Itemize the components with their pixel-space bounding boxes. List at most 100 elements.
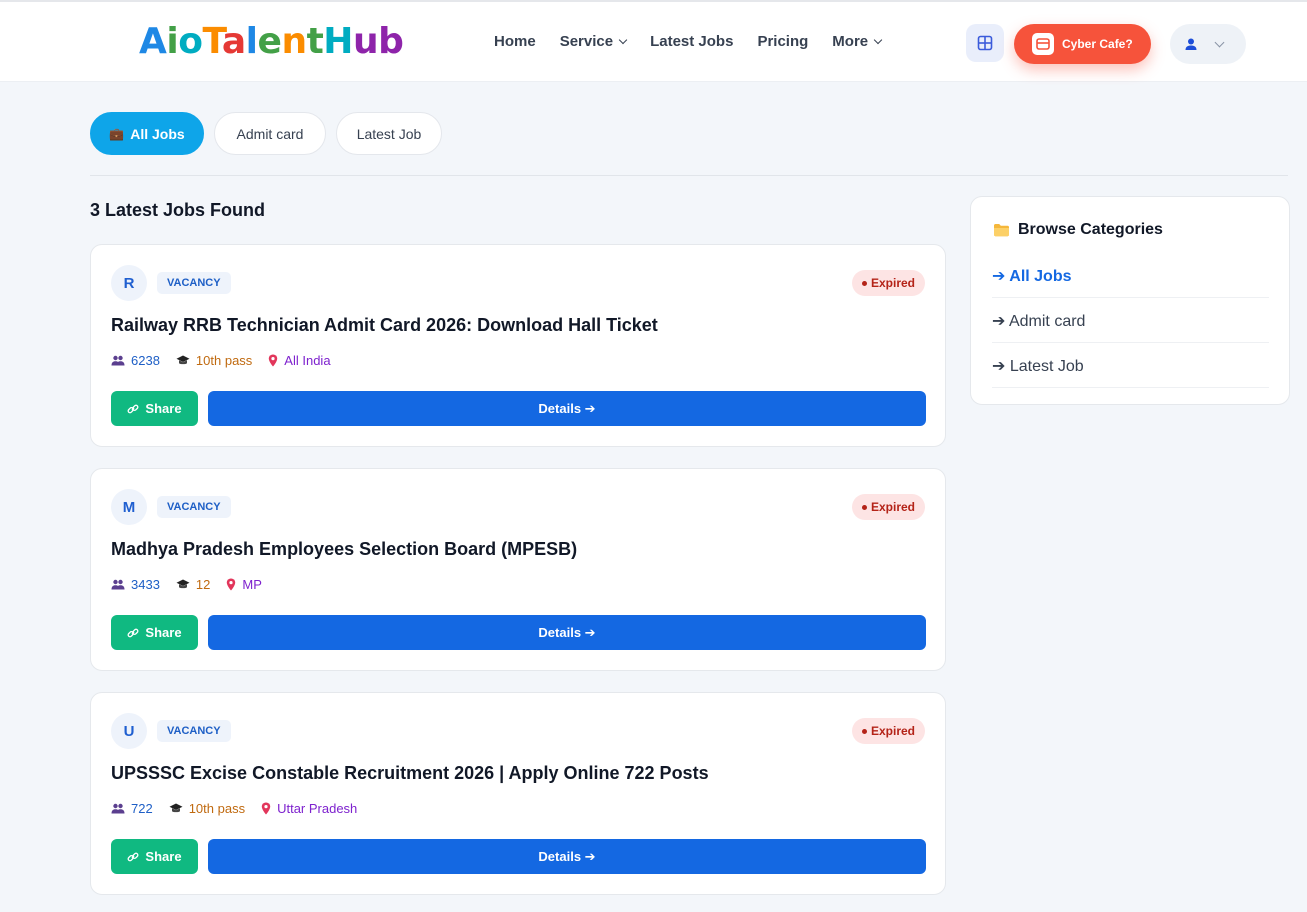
job-title[interactable]: UPSSSC Excise Constable Recruitment 2026…: [111, 763, 709, 784]
site-logo[interactable]: AioTalentHub: [139, 21, 404, 62]
graduation-cap-icon: [176, 355, 190, 365]
browse-categories-label: Browse Categories: [1018, 221, 1163, 238]
job-qualification-value: 10th pass: [188, 801, 246, 816]
job-meta: 6238 10th pass All India: [111, 353, 331, 368]
job-posts-value: 3433: [131, 577, 160, 592]
status-label: Expired: [870, 724, 915, 738]
job-location: Uttar Pradesh: [261, 801, 357, 816]
main-nav: Home Service Latest Jobs Pricing More: [494, 33, 883, 50]
nav-service-label: Service: [559, 33, 614, 50]
job-qualification: 12: [176, 577, 210, 592]
chevron-down-icon: [873, 35, 883, 45]
briefcase-icon: 💼: [109, 126, 125, 141]
link-icon: [127, 404, 139, 413]
nav-latest-jobs[interactable]: Latest Jobs: [650, 33, 733, 50]
chevron-down-icon: [1214, 37, 1225, 47]
user-menu-button[interactable]: [1170, 24, 1246, 64]
grid-icon: [977, 35, 993, 51]
job-filter-tabs: 💼 All Jobs Admit card Latest Job: [90, 112, 442, 155]
tab-latest-job-label: Latest Job: [356, 125, 422, 142]
tab-admit-card[interactable]: Admit card: [214, 112, 326, 155]
share-label: Share: [145, 849, 182, 864]
category-admit-card[interactable]: ➔ Admit card: [992, 298, 1269, 343]
people-icon: [111, 355, 125, 366]
chevron-down-icon: [618, 35, 628, 45]
logo-letter: T: [202, 21, 222, 62]
tab-all-jobs-label: All Jobs: [130, 125, 185, 142]
logo-letter: H: [323, 21, 353, 62]
job-location: All India: [268, 353, 331, 368]
tab-all-jobs[interactable]: 💼 All Jobs: [90, 112, 204, 155]
details-button[interactable]: Details ➔: [208, 839, 926, 874]
location-pin-icon: [227, 578, 236, 591]
site-header: AioTalentHub Home Service Latest Jobs Pr…: [0, 0, 1307, 82]
cyber-cafe-button[interactable]: Cyber Cafe?: [1014, 24, 1151, 64]
nav-latest-jobs-label: Latest Jobs: [650, 33, 734, 50]
job-posts: 722: [111, 801, 153, 816]
nav-pricing[interactable]: Pricing: [757, 33, 808, 50]
logo-letter: e: [257, 21, 282, 62]
nav-home[interactable]: Home: [494, 33, 536, 50]
job-card: R VACANCY Expired Railway RRB Technician…: [90, 244, 946, 447]
job-posts-value: 722: [131, 801, 153, 816]
status-label: Expired: [870, 276, 915, 290]
status-badge: Expired: [851, 494, 925, 520]
browse-categories-panel: Browse Categories ➔ All Jobs ➔ Admit car…: [970, 196, 1290, 405]
job-posts: 3433: [111, 577, 160, 592]
job-meta: 3433 12 MP: [111, 577, 262, 592]
graduation-cap-icon: [176, 579, 190, 589]
tab-admit-card-label: Admit card: [236, 125, 304, 142]
logo-letter: n: [281, 21, 307, 62]
logo-letter: t: [306, 21, 324, 62]
job-posts-value: 6238: [131, 353, 160, 368]
details-button[interactable]: Details ➔: [208, 391, 926, 426]
status-dot-icon: [861, 504, 867, 510]
logo-letter: l: [245, 21, 258, 62]
nav-home-label: Home: [494, 33, 536, 50]
user-icon: [1185, 38, 1197, 50]
category-all-jobs[interactable]: ➔ All Jobs: [992, 253, 1269, 298]
job-card: U VACANCY Expired UPSSSC Excise Constabl…: [90, 692, 946, 895]
folder-icon: [994, 224, 1009, 237]
job-location-value: MP: [242, 577, 262, 592]
share-label: Share: [145, 401, 182, 416]
logo-letter: a: [221, 21, 246, 62]
logo-letter: A: [139, 21, 167, 62]
cyber-cafe-label: Cyber Cafe?: [1062, 37, 1133, 51]
logo-letter: u: [352, 21, 379, 62]
job-location-value: All India: [284, 353, 331, 368]
location-pin-icon: [261, 802, 271, 815]
nav-more[interactable]: More: [832, 33, 883, 50]
job-posts: 6238: [111, 353, 160, 368]
people-icon: [111, 803, 125, 814]
job-title[interactable]: Railway RRB Technician Admit Card 2026: …: [111, 315, 658, 336]
job-location: MP: [226, 577, 262, 592]
apps-grid-button[interactable]: [966, 24, 1004, 62]
job-avatar: U: [111, 713, 147, 749]
share-button[interactable]: Share: [111, 615, 198, 650]
vacancy-badge: VACANCY: [157, 496, 231, 518]
logo-letter: o: [178, 21, 203, 62]
location-pin-icon: [269, 354, 278, 367]
tab-latest-job[interactable]: Latest Job: [336, 112, 442, 155]
vacancy-badge: VACANCY: [157, 272, 231, 294]
share-button[interactable]: Share: [111, 839, 198, 874]
status-label: Expired: [870, 500, 915, 514]
job-qualification-value: 12: [195, 577, 211, 592]
nav-service[interactable]: Service: [559, 33, 628, 50]
job-qualification: 10th pass: [169, 801, 245, 816]
status-badge: Expired: [851, 270, 925, 296]
vacancy-badge: VACANCY: [157, 720, 231, 742]
job-qualification-value: 10th pass: [195, 353, 253, 368]
details-button[interactable]: Details ➔: [208, 615, 926, 650]
browse-categories-title: Browse Categories: [993, 221, 1163, 239]
job-avatar: R: [111, 265, 147, 301]
nav-pricing-label: Pricing: [757, 33, 809, 50]
logo-letter: i: [166, 21, 179, 62]
link-icon: [127, 628, 139, 637]
job-title[interactable]: Madhya Pradesh Employees Selection Board…: [111, 539, 577, 560]
category-latest-job[interactable]: ➔ Latest Job: [992, 343, 1269, 388]
share-button[interactable]: Share: [111, 391, 198, 426]
people-icon: [111, 579, 125, 590]
job-location-value: Uttar Pradesh: [277, 801, 358, 816]
